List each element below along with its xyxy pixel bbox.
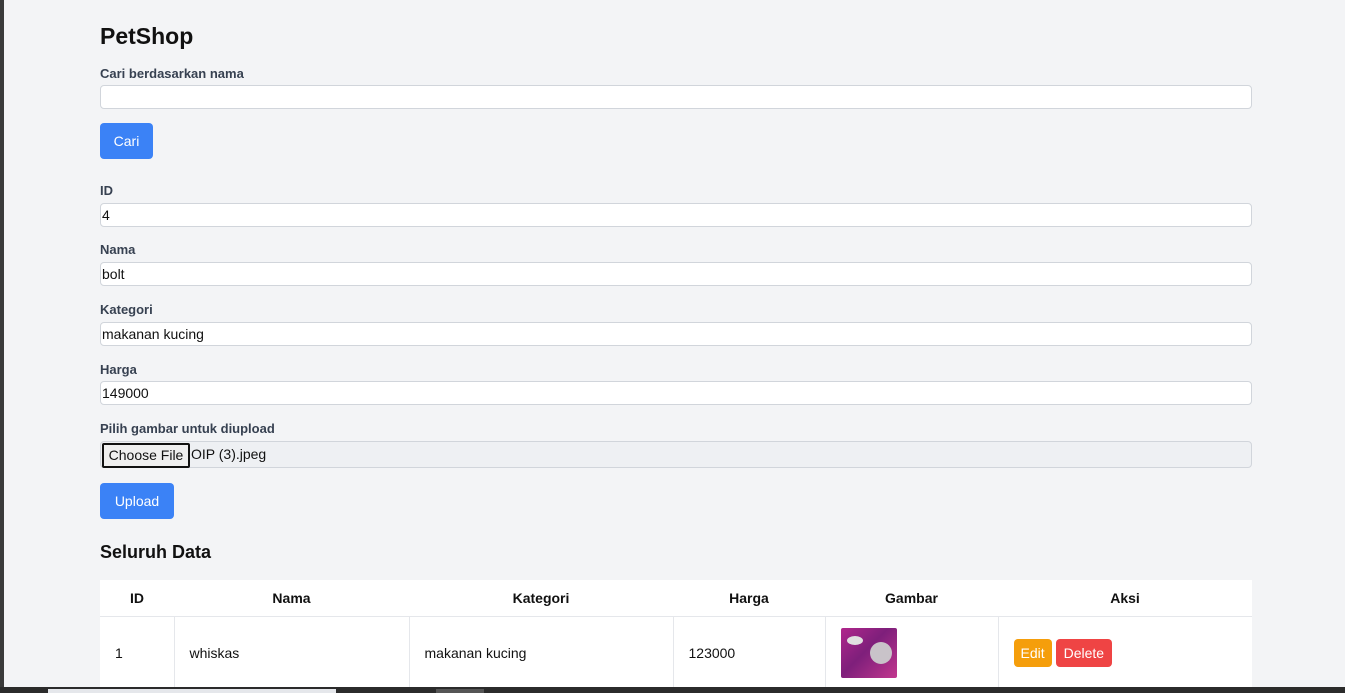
search-input[interactable] (100, 85, 1252, 109)
harga-field[interactable]: 149000 (100, 381, 1252, 405)
edit-button[interactable]: Edit (1013, 639, 1052, 667)
data-table: ID Nama Kategori Harga Gambar Aksi 1 whi… (100, 580, 1252, 689)
taskbar-segment (436, 689, 484, 693)
window-edge (0, 0, 4, 693)
taskbar-strip (0, 687, 1345, 693)
page-title: PetShop (100, 23, 194, 49)
column-header-aksi: Aksi (998, 580, 1252, 617)
cell-nama: whiskas (174, 616, 410, 689)
table-header-row: ID Nama Kategori Harga Gambar Aksi (100, 580, 1252, 617)
cell-kategori: makanan kucing (409, 616, 674, 689)
search-label: Cari berdasarkan nama (100, 66, 244, 81)
table-row: 1 whiskas makanan kucing 123000 Edit Dele… (100, 616, 1252, 690)
upload-button[interactable]: Upload (100, 483, 174, 519)
selected-file-name: OIP (3).jpeg (191, 446, 267, 462)
taskbar-segment (48, 689, 336, 693)
kategori-label: Kategori (100, 302, 153, 317)
column-header-kategori: Kategori (409, 580, 673, 617)
brand-logo-mark (846, 636, 863, 645)
data-section-title: Seluruh Data (100, 542, 212, 562)
id-label: ID (100, 183, 113, 198)
column-header-id: ID (100, 580, 174, 617)
column-header-nama: Nama (174, 580, 409, 617)
choose-file-button[interactable]: Choose File (102, 443, 190, 468)
nama-label: Nama (100, 242, 136, 257)
cat-illustration (869, 642, 892, 664)
cell-harga: 123000 (673, 616, 826, 689)
harga-label: Harga (100, 362, 137, 377)
file-label: Pilih gambar untuk diupload (100, 421, 275, 436)
id-field[interactable]: 4 (100, 203, 1252, 227)
cell-id: 1 (100, 616, 175, 689)
column-header-gambar: Gambar (825, 580, 998, 617)
delete-button[interactable]: Delete (1055, 639, 1113, 667)
column-header-harga: Harga (673, 580, 825, 617)
file-input[interactable]: Choose File OIP (3).jpeg (100, 441, 1252, 468)
search-button[interactable]: Cari (100, 123, 153, 159)
cell-gambar (825, 616, 999, 689)
product-image (840, 628, 897, 678)
cell-aksi: Edit Delete (998, 617, 1252, 690)
nama-field[interactable]: bolt (100, 262, 1252, 286)
kategori-field[interactable]: makanan kucing (100, 322, 1252, 346)
